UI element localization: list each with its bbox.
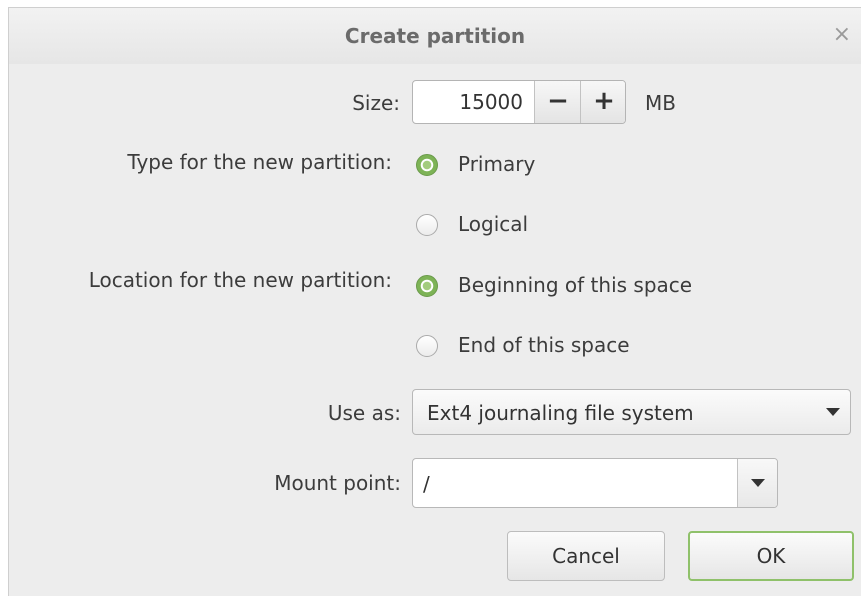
size-label: Size: bbox=[352, 91, 400, 115]
chevron-down-icon bbox=[751, 479, 765, 487]
use-as-label: Use as: bbox=[327, 401, 401, 425]
size-unit: MB bbox=[645, 91, 676, 115]
dialog-title: Create partition bbox=[344, 24, 526, 48]
decrement-button[interactable]: − bbox=[534, 81, 581, 123]
mount-point-label: Mount point: bbox=[274, 471, 401, 495]
radio-logical[interactable] bbox=[416, 214, 438, 236]
radio-beginning[interactable] bbox=[416, 275, 438, 297]
radio-end-label[interactable]: End of this space bbox=[458, 333, 630, 357]
title-bar: Create partition × bbox=[9, 8, 861, 64]
use-as-dropdown[interactable]: Ext4 journaling file system bbox=[412, 389, 851, 435]
size-spinbox[interactable]: 15000 − + bbox=[412, 80, 626, 124]
create-partition-dialog: Create partition × Size: 15000 − + MB Ty… bbox=[8, 7, 861, 596]
mount-point-dropdown-button[interactable] bbox=[737, 459, 777, 507]
radio-beginning-label[interactable]: Beginning of this space bbox=[458, 273, 692, 297]
chevron-down-icon bbox=[826, 408, 840, 416]
radio-end[interactable] bbox=[416, 335, 438, 357]
type-label: Type for the new partition: bbox=[127, 150, 392, 174]
radio-logical-label[interactable]: Logical bbox=[458, 212, 528, 236]
radio-primary-label[interactable]: Primary bbox=[458, 152, 535, 176]
mount-point-input[interactable] bbox=[421, 467, 735, 501]
radio-primary[interactable] bbox=[416, 154, 438, 176]
location-label: Location for the new partition: bbox=[88, 268, 392, 292]
use-as-selected: Ext4 journaling file system bbox=[427, 401, 694, 425]
ok-button[interactable]: OK bbox=[688, 531, 854, 581]
size-input[interactable]: 15000 bbox=[413, 81, 531, 123]
increment-button[interactable]: + bbox=[580, 81, 625, 123]
cancel-button[interactable]: Cancel bbox=[507, 531, 665, 581]
close-icon[interactable]: × bbox=[833, 22, 851, 47]
mount-point-combo[interactable] bbox=[412, 458, 778, 508]
